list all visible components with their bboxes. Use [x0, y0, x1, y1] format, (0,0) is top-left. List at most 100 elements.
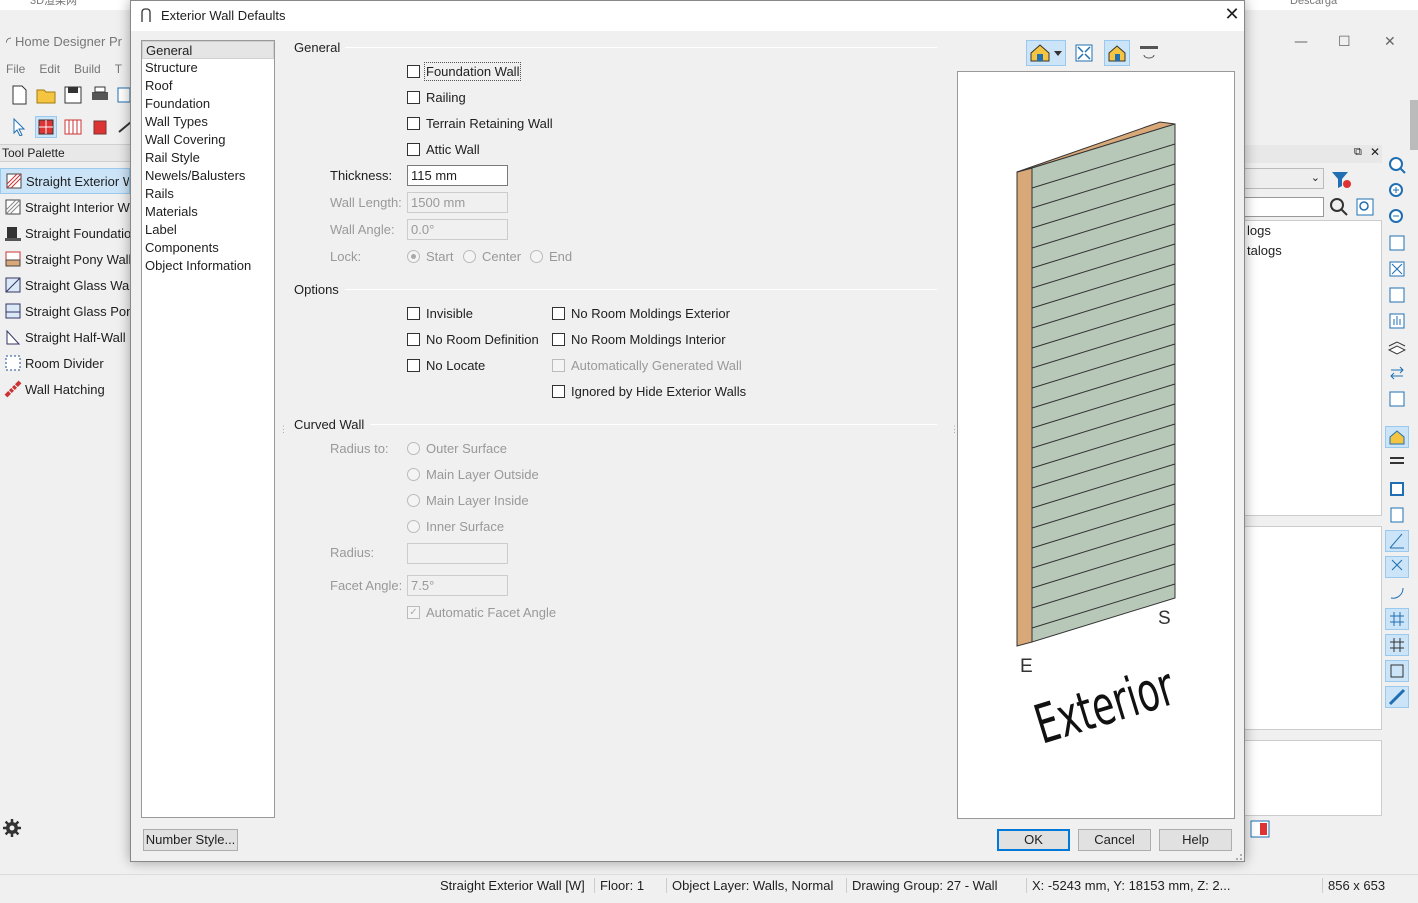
maximize-icon[interactable]: ☐: [1338, 34, 1351, 50]
arc-snap-icon[interactable]: [1385, 582, 1409, 604]
house-preview-icon[interactable]: [1104, 40, 1130, 66]
railing-tool-icon[interactable]: [62, 116, 84, 138]
dialog-title: Exterior Wall Defaults: [161, 8, 286, 23]
menu-file[interactable]: File: [6, 62, 25, 76]
object-snap-icon[interactable]: [1385, 556, 1409, 578]
grid-snap-icon[interactable]: [1385, 608, 1409, 630]
minimize-icon[interactable]: —: [1294, 34, 1308, 50]
layers-icon[interactable]: [1385, 336, 1409, 358]
nav-item-newels-balusters[interactable]: Newels/Balusters: [142, 167, 274, 185]
number-style-button[interactable]: Number Style...: [143, 829, 238, 851]
filter-icon[interactable]: [1330, 170, 1352, 190]
save-icon[interactable]: [62, 84, 84, 106]
list-item[interactable]: talogs: [1245, 241, 1381, 261]
ignored-by-hide-exterior-walls-checkbox[interactable]: Ignored by Hide Exterior Walls: [552, 384, 746, 399]
wall-tool-icon[interactable]: [35, 116, 57, 138]
nav-item-rail-style[interactable]: Rail Style: [142, 149, 274, 167]
palette-item-straight-half-wall[interactable]: Straight Half-Wall: [0, 324, 130, 350]
room-box-icon[interactable]: [1385, 478, 1409, 500]
ok-button[interactable]: OK: [997, 829, 1070, 851]
nav-item-structure[interactable]: Structure: [142, 59, 274, 77]
swap-arrows-icon[interactable]: [1385, 362, 1409, 384]
zoom-in-icon[interactable]: [1385, 180, 1409, 202]
menu-build[interactable]: Build: [74, 62, 101, 76]
open-folder-icon[interactable]: [35, 84, 57, 106]
rotate-view-icon[interactable]: [1136, 40, 1162, 66]
no-room-moldings-exterior-checkbox[interactable]: No Room Moldings Exterior: [552, 306, 730, 321]
browser-tab-right[interactable]: Descarga: [1290, 0, 1370, 10]
cancel-button[interactable]: Cancel: [1078, 829, 1151, 851]
color-toggle-icon[interactable]: [1385, 686, 1409, 708]
undo-zoom-icon[interactable]: [1385, 232, 1409, 254]
search-icon[interactable]: [1328, 197, 1350, 217]
plan-view-icon[interactable]: [1250, 820, 1272, 840]
house-check-icon[interactable]: [1385, 426, 1409, 448]
no-room-moldings-interior-checkbox[interactable]: No Room Moldings Interior: [552, 332, 726, 347]
cabinet-tool-icon[interactable]: [89, 116, 111, 138]
no-locate-checkbox[interactable]: No Locate: [407, 358, 485, 373]
gear-icon[interactable]: [2, 818, 22, 838]
hide-walls-icon[interactable]: [1385, 452, 1409, 474]
nav-item-rails[interactable]: Rails: [142, 185, 274, 203]
foundation-wall-checkbox[interactable]: Foundation Wall: [407, 62, 522, 81]
help-button[interactable]: Help: [1159, 829, 1232, 851]
palette-item-straight-exterior-wall[interactable]: Straight Exterior W: [0, 168, 130, 194]
close-panel-icon[interactable]: ✕: [1370, 145, 1380, 159]
dialog-close-button[interactable]: ✕: [1221, 4, 1243, 26]
palette-item-straight-interior-wall[interactable]: Straight Interior W: [0, 194, 130, 220]
fill-window-icon[interactable]: [1385, 258, 1409, 280]
menu-edit[interactable]: Edit: [39, 62, 60, 76]
zoom-out-icon[interactable]: [1385, 206, 1409, 228]
terrain-retaining-wall-checkbox[interactable]: Terrain Retaining Wall: [407, 116, 553, 131]
refresh-view-icon[interactable]: [1385, 388, 1409, 410]
camera-view-dropdown-icon[interactable]: [1026, 40, 1066, 66]
thickness-input[interactable]: 115 mm: [407, 165, 508, 186]
library-search-input[interactable]: [1244, 197, 1324, 217]
nav-item-roof[interactable]: Roof: [142, 77, 274, 95]
bounding-box-icon[interactable]: [1385, 660, 1409, 682]
nav-item-general[interactable]: General: [142, 41, 274, 59]
library-dropdown[interactable]: ⌄: [1244, 168, 1324, 189]
interior-wall-icon: [5, 199, 21, 215]
glass-pony-wall-icon: [5, 303, 21, 319]
pan-hand-icon[interactable]: [1385, 310, 1409, 332]
nav-item-foundation[interactable]: Foundation: [142, 95, 274, 113]
railing-checkbox[interactable]: Railing: [407, 90, 466, 105]
resize-grip-icon[interactable]: [1233, 851, 1243, 861]
grid-display-icon[interactable]: [1385, 634, 1409, 656]
list-item[interactable]: logs: [1245, 221, 1381, 241]
nav-item-wall-types[interactable]: Wall Types: [142, 113, 274, 131]
new-file-icon[interactable]: [8, 84, 30, 106]
palette-item-straight-glass-wall[interactable]: Straight Glass Wal: [0, 272, 130, 298]
palette-item-wall-hatching[interactable]: Wall Hatching: [0, 376, 130, 402]
search-options-icon[interactable]: [1355, 197, 1377, 217]
nav-item-components[interactable]: Components: [142, 239, 274, 257]
nav-item-label[interactable]: Label: [142, 221, 274, 239]
attic-wall-checkbox[interactable]: Attic Wall: [407, 142, 480, 157]
nav-item-wall-covering[interactable]: Wall Covering: [142, 131, 274, 149]
splitter-handle-left[interactable]: ⋮: [279, 424, 288, 434]
select-arrow-icon[interactable]: [8, 116, 30, 138]
nav-item-materials[interactable]: Materials: [142, 203, 274, 221]
zoom-icon[interactable]: [1385, 154, 1409, 176]
menu-bar: File Edit Build T: [0, 62, 130, 80]
fill-all-icon[interactable]: [1385, 284, 1409, 306]
palette-item-straight-pony-wall[interactable]: Straight Pony Wall: [0, 246, 130, 272]
palette-item-straight-foundation-wall[interactable]: Straight Foundatio: [0, 220, 130, 246]
close-window-icon[interactable]: ✕: [1384, 34, 1396, 50]
palette-item-straight-glass-pony-wall[interactable]: Straight Glass Pon: [0, 298, 130, 324]
fill-window-preview-icon[interactable]: [1071, 40, 1097, 66]
print-icon[interactable]: [89, 84, 111, 106]
browser-tab-left[interactable]: 3D渲染网: [30, 0, 100, 10]
inspect-icon[interactable]: [1385, 504, 1409, 526]
menu-tools[interactable]: T: [115, 62, 122, 76]
float-panel-icon[interactable]: ⧉: [1354, 146, 1362, 159]
nav-item-object-information[interactable]: Object Information: [142, 257, 274, 275]
splitter-handle-right[interactable]: ⋮: [950, 424, 959, 434]
angle-snap-icon[interactable]: [1385, 530, 1409, 552]
scrollbar[interactable]: [1410, 100, 1418, 150]
status-bar: Straight Exterior Wall [W] Floor: 1 Obje…: [0, 874, 1418, 896]
invisible-checkbox[interactable]: Invisible: [407, 306, 473, 321]
palette-item-room-divider[interactable]: Room Divider: [0, 350, 130, 376]
no-room-definition-checkbox[interactable]: No Room Definition: [407, 332, 539, 347]
